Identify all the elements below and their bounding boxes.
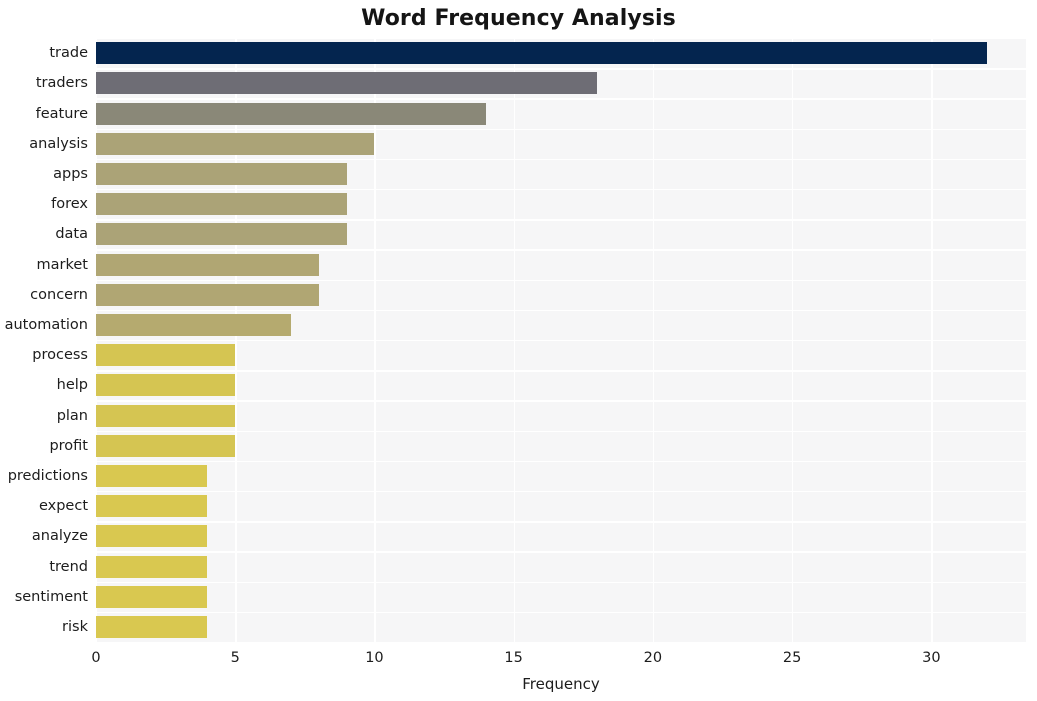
bar[interactable] xyxy=(96,223,347,245)
bar[interactable] xyxy=(96,193,347,215)
x-axis-tick: 20 xyxy=(644,650,662,666)
y-axis-label: profit xyxy=(0,439,88,453)
y-axis-label: help xyxy=(0,378,88,392)
bar[interactable] xyxy=(96,254,319,276)
bar[interactable] xyxy=(96,495,207,517)
x-axis-title: Frequency xyxy=(96,675,1026,693)
x-axis-tick-labels: 0 5 10 15 20 25 30 xyxy=(0,650,1037,672)
y-axis-labels: trade traders feature analysis apps forex data… xyxy=(0,38,88,642)
y-axis-label: expect xyxy=(0,499,88,513)
bar[interactable] xyxy=(96,103,486,125)
y-axis-label: plan xyxy=(0,409,88,423)
x-axis-tick: 5 xyxy=(231,650,240,666)
y-axis-label: apps xyxy=(0,167,88,181)
y-axis-label: process xyxy=(0,348,88,362)
y-axis-label: analysis xyxy=(0,137,88,151)
bar[interactable] xyxy=(96,525,207,547)
y-axis-label: trade xyxy=(0,46,88,60)
word-frequency-bar-chart: Word Frequency Analysis trade traders feat… xyxy=(0,0,1037,701)
bar[interactable] xyxy=(96,344,235,366)
bar[interactable] xyxy=(96,42,987,64)
bar[interactable] xyxy=(96,374,235,396)
bar[interactable] xyxy=(96,72,597,94)
bars-container xyxy=(96,38,1026,642)
y-axis-label: concern xyxy=(0,288,88,302)
x-axis-tick: 10 xyxy=(365,650,383,666)
bar[interactable] xyxy=(96,435,235,457)
y-axis-label: trend xyxy=(0,560,88,574)
y-axis-label: analyze xyxy=(0,529,88,543)
chart-title: Word Frequency Analysis xyxy=(0,6,1037,31)
bar[interactable] xyxy=(96,465,207,487)
bar[interactable] xyxy=(96,133,374,155)
y-axis-label: forex xyxy=(0,197,88,211)
bar[interactable] xyxy=(96,556,207,578)
bar[interactable] xyxy=(96,314,291,336)
y-axis-label: sentiment xyxy=(0,590,88,604)
horizontal-gridline xyxy=(96,642,1026,643)
y-axis-label: market xyxy=(0,258,88,272)
bar[interactable] xyxy=(96,586,207,608)
bar[interactable] xyxy=(96,405,235,427)
bar[interactable] xyxy=(96,616,207,638)
bar[interactable] xyxy=(96,163,347,185)
y-axis-label: feature xyxy=(0,107,88,121)
y-axis-label: automation xyxy=(0,318,88,332)
y-axis-label: data xyxy=(0,227,88,241)
x-axis-tick: 25 xyxy=(783,650,801,666)
plot-area xyxy=(96,38,1026,642)
y-axis-label: traders xyxy=(0,76,88,90)
y-axis-label: predictions xyxy=(0,469,88,483)
bar[interactable] xyxy=(96,284,319,306)
x-axis-tick: 30 xyxy=(922,650,940,666)
x-axis-tick: 15 xyxy=(504,650,522,666)
y-axis-label: risk xyxy=(0,620,88,634)
x-axis-tick: 0 xyxy=(91,650,100,666)
